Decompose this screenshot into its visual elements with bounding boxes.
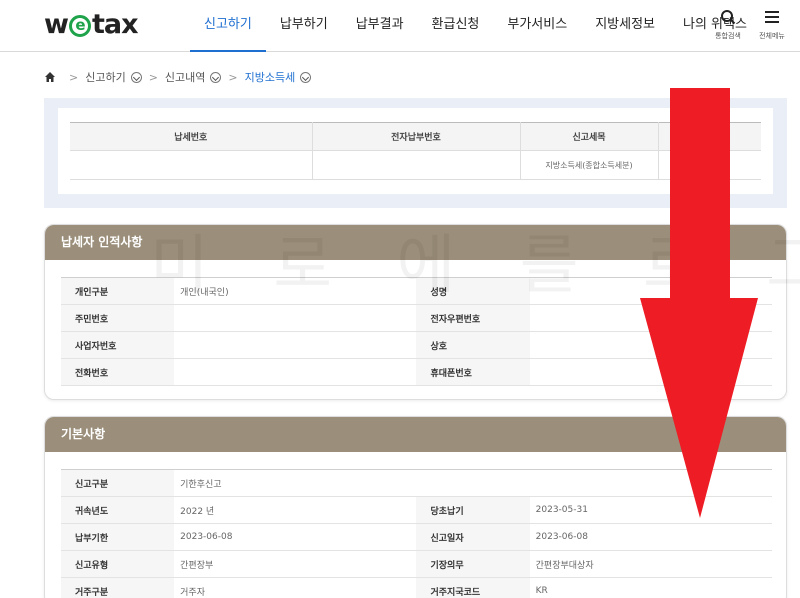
header-tax-number: 납세번호 bbox=[70, 122, 313, 151]
chevron-down-icon[interactable] bbox=[210, 71, 222, 83]
label-country-code: 거주지국코드 bbox=[416, 577, 530, 598]
wetax-logo[interactable]: w e tax bbox=[44, 9, 138, 40]
breadcrumb: > 신고하기 > 신고내역 > 지방소득세 bbox=[44, 69, 312, 85]
home-icon[interactable] bbox=[44, 71, 56, 83]
nav-local-tax-info[interactable]: 지방세정보 bbox=[581, 0, 669, 52]
label-person-type: 개인구분 bbox=[61, 277, 175, 305]
value-resident-number bbox=[174, 304, 417, 332]
label-original-due: 당초납기 bbox=[416, 496, 530, 524]
top-header: w e tax 신고하기 납부하기 납부결과 환급신청 부가서비스 지방세정보 나의… bbox=[0, 0, 800, 52]
chevron-down-icon[interactable] bbox=[130, 71, 142, 83]
search-label: 통합검색 bbox=[715, 32, 741, 40]
breadcrumb-separator: > bbox=[148, 70, 158, 84]
value-payment-deadline: 2023-06-08 bbox=[174, 523, 417, 551]
breadcrumb-item-history[interactable]: 신고내역 bbox=[165, 69, 205, 85]
breadcrumb-item-report[interactable]: 신고하기 bbox=[85, 69, 125, 85]
label-residency: 거주구분 bbox=[61, 577, 175, 598]
value-bookkeeping-duty: 간편장부대상자 bbox=[529, 550, 772, 578]
label-company: 상호 bbox=[416, 331, 530, 359]
search-icon bbox=[721, 10, 736, 25]
label-attribution-year: 귀속년도 bbox=[61, 496, 175, 524]
menu-button[interactable]: 전체메뉴 bbox=[752, 9, 792, 41]
label-report-type: 신고구분 bbox=[61, 469, 175, 497]
value-attribution-year: 2022 년 bbox=[174, 496, 417, 524]
header-e-payment-number: 전자납부번호 bbox=[312, 122, 521, 151]
label-name: 성명 bbox=[416, 277, 530, 305]
nav-extra-services[interactable]: 부가서비스 bbox=[493, 0, 581, 52]
nav-payment[interactable]: 납부하기 bbox=[266, 0, 342, 52]
menu-label: 전체메뉴 bbox=[759, 32, 785, 40]
label-bookkeeping-duty: 기장의무 bbox=[416, 550, 530, 578]
value-report-form: 간편장부 bbox=[174, 550, 417, 578]
hamburger-icon bbox=[765, 11, 779, 23]
table-row: 납부기한 2023-06-08 신고일자 2023-06-08 bbox=[61, 523, 772, 551]
label-email: 전자우편번호 bbox=[416, 304, 530, 332]
logo-e-mark: e bbox=[68, 15, 91, 37]
label-report-form: 신고유형 bbox=[61, 550, 175, 578]
label-mobile: 휴대폰번호 bbox=[416, 358, 530, 386]
value-report-date: 2023-06-08 bbox=[529, 523, 772, 551]
nav-file-report[interactable]: 신고하기 bbox=[190, 0, 266, 52]
cell-tax-number bbox=[70, 150, 313, 180]
breadcrumb-separator: > bbox=[69, 70, 79, 84]
breadcrumb-current: 지방소득세 bbox=[244, 71, 296, 84]
value-residency: 거주자 bbox=[174, 577, 417, 598]
value-country-code: KR bbox=[529, 577, 772, 598]
label-resident-number: 주민번호 bbox=[61, 304, 175, 332]
nav-payment-result[interactable]: 납부결과 bbox=[342, 0, 418, 52]
label-payment-deadline: 납부기한 bbox=[61, 523, 175, 551]
chevron-down-icon[interactable] bbox=[300, 71, 312, 83]
main-nav: 신고하기 납부하기 납부결과 환급신청 부가서비스 지방세정보 나의 위택스 bbox=[190, 0, 761, 52]
table-row: 거주구분 거주자 거주지국코드 KR bbox=[61, 577, 772, 598]
red-down-arrow-icon bbox=[640, 88, 758, 518]
value-person-type: 개인(내국인) bbox=[174, 277, 417, 305]
search-button[interactable]: 통합검색 bbox=[708, 9, 748, 41]
nav-refund[interactable]: 환급신청 bbox=[418, 0, 494, 52]
value-business-number bbox=[174, 331, 417, 359]
table-row: 신고유형 간편장부 기장의무 간편장부대상자 bbox=[61, 550, 772, 578]
value-phone bbox=[174, 358, 417, 386]
label-business-number: 사업자번호 bbox=[61, 331, 175, 359]
breadcrumb-separator: > bbox=[228, 70, 238, 84]
cell-e-payment-number bbox=[312, 150, 521, 180]
label-report-date: 신고일자 bbox=[416, 523, 530, 551]
label-phone: 전화번호 bbox=[61, 358, 175, 386]
